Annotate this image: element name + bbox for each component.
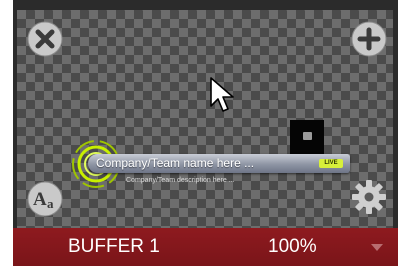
font-settings-button[interactable]: A a [24,178,66,220]
settings-button[interactable] [348,176,390,218]
zoom-level: 100% [268,236,317,257]
chevron-down-icon [371,244,383,251]
font-size-icon: A a [27,181,63,217]
buffer-status-bar: BUFFER 1 100% [13,228,398,266]
lower-third-subtitle: Company/Team description here ... [126,177,235,184]
camera-icon [303,132,312,140]
plus-icon [351,21,387,57]
live-badge: LIVE [319,159,343,168]
buffer-menu-dropdown[interactable] [369,241,385,253]
gear-icon [352,180,386,214]
mouse-pointer-icon [210,77,234,112]
svg-text:A: A [33,189,47,210]
buffer-preview-canvas[interactable] [17,10,393,228]
logo-thumbnail[interactable] [290,120,324,154]
close-icon [27,21,63,57]
lower-third-title: Company/Team name here ... [96,156,255,170]
close-button[interactable] [24,18,66,60]
add-button[interactable] [348,18,390,60]
svg-text:a: a [47,196,54,211]
buffer-name: BUFFER 1 [68,236,160,257]
